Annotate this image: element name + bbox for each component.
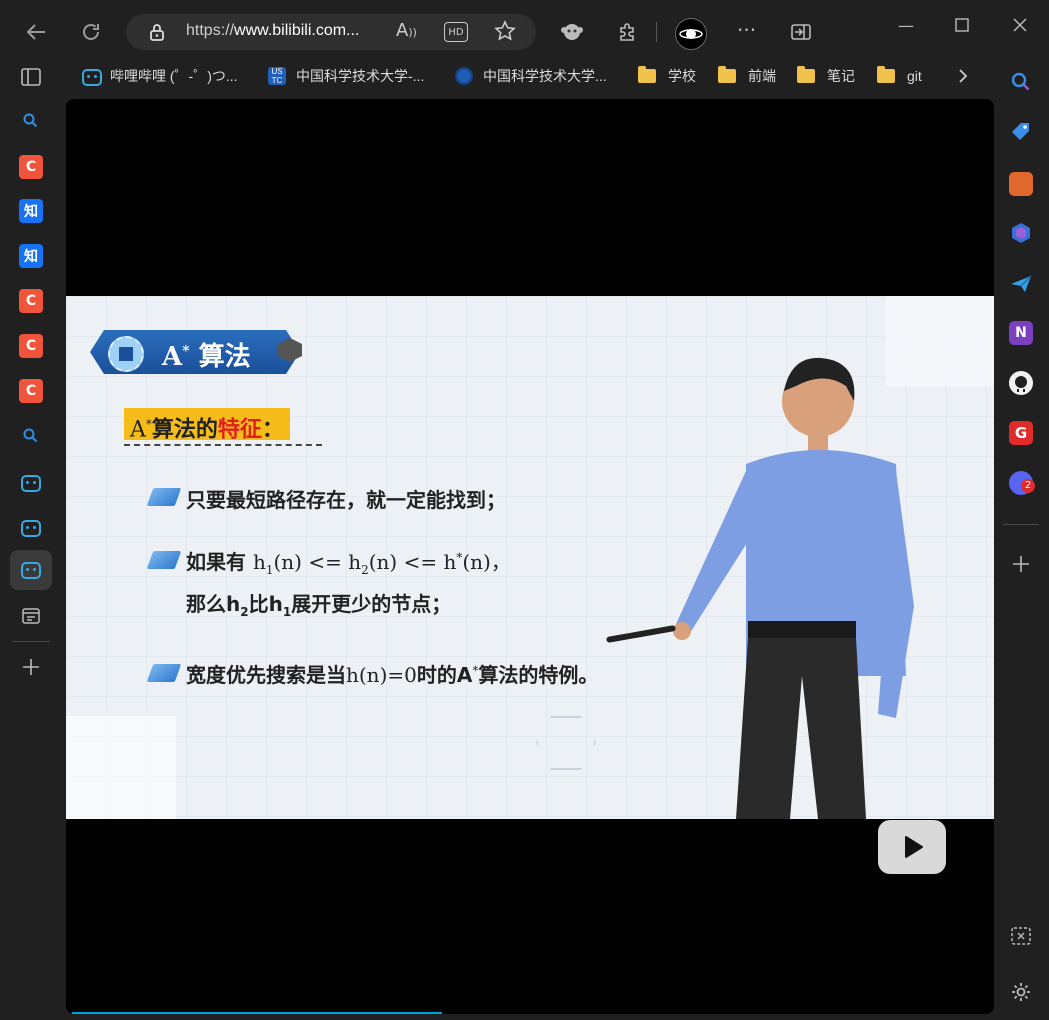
maximize-icon[interactable]	[942, 10, 982, 40]
bilibili-icon	[21, 475, 41, 492]
sidebar-divider	[12, 641, 50, 642]
video-player[interactable]: A* 算法 A*算法的特征： 只要最短路径存在，就一定能找到； 如果有 h1(n…	[66, 99, 994, 1014]
copilot-icon[interactable]	[1009, 221, 1033, 249]
folder-icon	[877, 66, 895, 83]
tab-csdn-3[interactable]: C	[19, 334, 43, 358]
shopping-tag-icon[interactable]	[1009, 120, 1033, 148]
lock-icon[interactable]	[148, 23, 166, 45]
folder-icon	[718, 66, 736, 83]
play-button[interactable]	[878, 820, 946, 874]
send-paper-plane-icon[interactable]	[1009, 272, 1033, 300]
sidebar-toggle-icon[interactable]	[790, 21, 812, 47]
search-icon[interactable]	[1009, 70, 1033, 98]
address-bar[interactable]: https://www.bilibili.com... A)) HD	[126, 14, 536, 50]
tab-bilibili-1[interactable]	[21, 472, 43, 492]
tab-bilibili-active[interactable]	[10, 550, 52, 590]
play-icon	[905, 836, 923, 858]
hd-icon[interactable]: HD	[444, 22, 468, 42]
tab-zhihu-1[interactable]: 知	[19, 199, 43, 223]
bookmark-folder-notes[interactable]: 笔记	[797, 62, 855, 90]
slide-title-banner: A* 算法	[90, 330, 300, 374]
bullet-2-continued: 那么h2比h1展开更少的节点；	[186, 592, 452, 619]
minimize-icon[interactable]: —	[886, 10, 926, 40]
back-icon[interactable]	[18, 14, 54, 50]
favorite-star-icon[interactable]	[494, 20, 516, 46]
search-tab-icon[interactable]	[22, 112, 40, 134]
bookmark-folder-frontend[interactable]: 前端	[718, 62, 776, 90]
folder-icon	[797, 66, 815, 83]
folder-icon	[638, 66, 656, 83]
bullet-1: 只要最短路径存在，就一定能找到；	[186, 488, 506, 512]
search-tab-icon[interactable]	[22, 427, 40, 449]
notification-badge: 2	[1021, 479, 1035, 493]
tab-csdn-1[interactable]: C	[19, 155, 43, 179]
chip-icon	[108, 336, 144, 372]
discord-icon[interactable]: 2	[1009, 471, 1035, 495]
tools-briefcase-icon[interactable]	[1009, 172, 1033, 196]
progress-bar[interactable]	[72, 1012, 442, 1014]
lecturer-figure	[606, 357, 914, 819]
chevron-right-icon[interactable]	[954, 66, 972, 90]
onenote-icon[interactable]: N	[1009, 321, 1033, 345]
bilibili-icon	[82, 67, 102, 86]
url-text[interactable]: https://www.bilibili.com...	[186, 22, 359, 40]
settings-gear-icon[interactable]	[1009, 980, 1033, 1008]
lecture-slide: A* 算法 A*算法的特征： 只要最短路径存在，就一定能找到； 如果有 h1(n…	[66, 296, 994, 819]
tab-bilibili-2[interactable]	[21, 517, 43, 537]
sidebar-divider	[1003, 524, 1039, 525]
g-extension-icon[interactable]: G	[1009, 421, 1033, 445]
tab-csdn-2[interactable]: C	[19, 289, 43, 313]
bookmark-bilibili[interactable]: 哔哩哔哩 (゜-゜)つ...	[82, 62, 238, 90]
tab-actions-icon[interactable]	[20, 66, 42, 92]
tab-csdn-4[interactable]: C	[19, 379, 43, 403]
refresh-icon[interactable]	[73, 14, 109, 50]
screenshot-capture-icon[interactable]	[1010, 925, 1032, 951]
bookmark-ustc-2[interactable]: 中国科学技术大学...	[455, 62, 607, 90]
heading-underline	[124, 444, 322, 446]
toolbar-divider	[656, 22, 657, 42]
edge-right-sidebar	[996, 62, 1049, 1020]
slide-title: A* 算法	[162, 342, 251, 372]
ustc-globe-icon	[455, 67, 473, 85]
new-tab-plus-icon[interactable]	[21, 657, 41, 681]
bookmark-ustc-1[interactable]: US TC 中国科学技术大学-...	[268, 62, 424, 90]
profile-avatar[interactable]	[675, 18, 707, 50]
extension-monkey-icon[interactable]	[560, 20, 584, 48]
decorative-tiles	[66, 716, 176, 819]
bilibili-icon	[21, 520, 41, 537]
extensions-puzzle-icon[interactable]	[616, 20, 640, 48]
bookmark-folder-git[interactable]: git	[877, 62, 922, 90]
github-icon[interactable]	[1009, 371, 1033, 395]
bullet-2: 如果有 h1(n) <= h2(n) <= h*(n)，	[186, 550, 511, 577]
more-menu-icon[interactable]: ···	[737, 18, 756, 42]
collections-icon[interactable]	[21, 606, 41, 630]
slide-heading: A*算法的特征：	[124, 408, 290, 442]
bookmark-folder-school[interactable]: 学校	[638, 62, 696, 90]
bullet-3: 宽度优先搜索是当h(n)=0时的A*算法的特例。	[186, 663, 599, 687]
read-aloud-icon[interactable]: A))	[396, 20, 417, 41]
add-sidebar-app-icon[interactable]	[1011, 554, 1031, 578]
bilibili-icon	[21, 562, 41, 579]
tab-zhihu-2[interactable]: 知	[19, 244, 43, 268]
ustc-icon: US TC	[268, 67, 286, 85]
close-icon[interactable]	[1000, 10, 1040, 40]
